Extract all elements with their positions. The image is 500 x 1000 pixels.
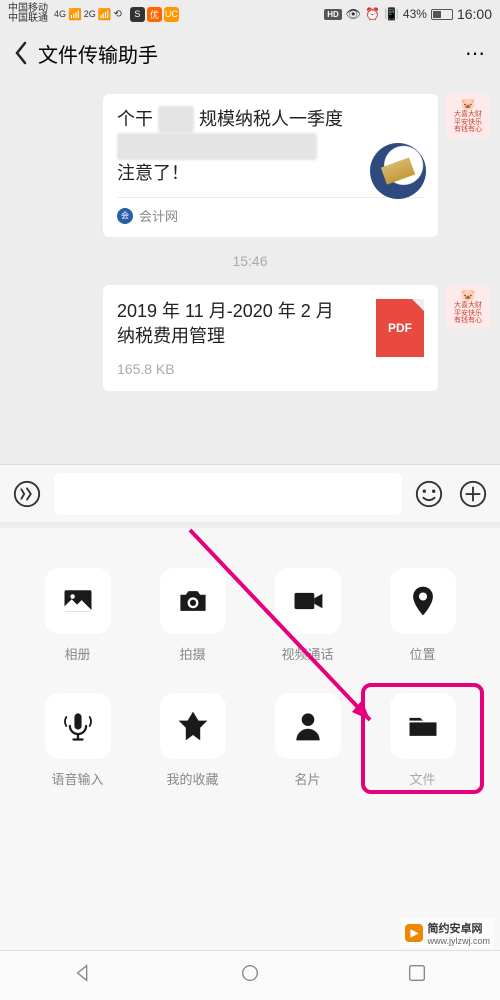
watermark-icon: ▶	[405, 924, 423, 942]
video-icon	[275, 568, 341, 634]
system-navbar	[0, 950, 500, 1000]
avatar[interactable]: 🐷大喜大财平安快乐有钱有心	[446, 94, 490, 138]
file-title: 2019 年 11 月-2020 年 2 月	[117, 301, 334, 321]
file-message[interactable]: 2019 年 11 月-2020 年 2 月 纳税费用管理 165.8 KB P…	[103, 285, 438, 391]
net-2g: 2G	[84, 9, 96, 19]
voice-toggle-icon[interactable]	[10, 477, 44, 511]
input-bar	[0, 464, 500, 522]
msg1-blur2: 培训 税务申报 的	[117, 133, 317, 160]
chat-area: 个干 占用 规模纳税人一季度 培训 税务申报 的 注意了！ 会 会计网 🐷大喜大…	[0, 78, 500, 407]
status-bar: 中国移动 中国联通 4G 📶 2G 📶 ⟲ S 优 UC HD 👁 ⏰ 📳 43…	[0, 0, 500, 28]
file-title-blur: 纳税费用管理	[117, 326, 225, 346]
watermark-title: 简约安卓网	[427, 920, 490, 936]
watermark: ▶ 简约安卓网 www.jylzwj.com	[401, 918, 494, 948]
net-4g: 4G	[54, 9, 66, 19]
hd-badge: HD	[324, 9, 342, 20]
contact-icon	[275, 693, 341, 759]
album-icon	[45, 568, 111, 634]
article-message[interactable]: 个干 占用 规模纳税人一季度 培训 税务申报 的 注意了！ 会 会计网	[103, 94, 438, 237]
signal-icon-2: 📶	[98, 8, 112, 21]
panel-label: 文件	[409, 769, 435, 788]
carrier-2: 中国联通	[8, 14, 48, 24]
panel-item-voice[interactable]: 语音输入	[20, 693, 135, 792]
source-icon: 会	[117, 208, 133, 224]
panel-label: 语音输入	[51, 769, 103, 788]
app-icon-3: UC	[164, 7, 179, 22]
chat-header: 文件传输助手 ⋯	[0, 28, 500, 78]
eye-icon: 👁	[346, 7, 361, 21]
nav-recent[interactable]	[406, 962, 428, 989]
msg1-blur1: 占用	[158, 106, 194, 133]
signal-icon: 📶	[68, 8, 82, 21]
panel-label: 我的收藏	[166, 769, 218, 788]
panel-item-video[interactable]: 视频通话	[250, 568, 365, 663]
battery-text: 43%	[403, 7, 427, 21]
wifi-icon: ⟲	[113, 9, 121, 20]
nav-back[interactable]	[72, 962, 94, 989]
panel-item-location[interactable]: 位置	[365, 568, 480, 663]
msg1-text-b: 规模纳税人一季度	[199, 109, 343, 129]
watermark-site: www.jylzwj.com	[427, 936, 490, 946]
camera-icon	[160, 568, 226, 634]
panel-label: 名片	[294, 769, 320, 788]
panel-item-file[interactable]: 文件	[361, 683, 484, 794]
msg1-text-c: 注意了！	[117, 163, 189, 183]
page-title: 文件传输助手	[38, 39, 158, 68]
voice-icon	[45, 693, 111, 759]
panel-label: 视频通话	[281, 644, 333, 663]
panel-label: 拍摄	[179, 644, 205, 663]
favorite-icon	[160, 693, 226, 759]
pdf-icon: PDF	[376, 299, 424, 357]
panel-item-contact[interactable]: 名片	[250, 693, 365, 792]
clock: 16:00	[457, 6, 492, 22]
panel-item-favorite[interactable]: 我的收藏	[135, 693, 250, 792]
panel-label: 位置	[409, 644, 435, 663]
article-thumb	[370, 143, 426, 199]
emoji-icon[interactable]	[412, 477, 446, 511]
back-icon[interactable]	[14, 41, 28, 65]
nav-home[interactable]	[239, 962, 261, 989]
plus-icon[interactable]	[456, 477, 490, 511]
avatar[interactable]: 🐷大喜大财平安快乐有钱有心	[446, 285, 490, 329]
panel-label: 相册	[64, 644, 90, 663]
file-size: 165.8 KB	[117, 361, 364, 377]
message-input[interactable]	[54, 473, 402, 515]
app-icon-1: S	[130, 7, 145, 22]
attachment-panel: 相册 拍摄 视频通话 位置 语音输入 我的收藏 名片 文件	[0, 528, 500, 950]
file-icon	[390, 693, 456, 759]
msg1-text-a: 个干	[117, 109, 153, 129]
alarm-icon: ⏰	[365, 7, 380, 21]
panel-item-camera[interactable]: 拍摄	[135, 568, 250, 663]
timestamp: 15:46	[0, 243, 500, 279]
battery-icon	[431, 9, 453, 20]
vibrate-icon: 📳	[384, 7, 399, 21]
more-icon[interactable]: ⋯	[465, 41, 486, 66]
location-icon	[390, 568, 456, 634]
panel-item-album[interactable]: 相册	[20, 568, 135, 663]
source-name: 会计网	[139, 206, 178, 225]
app-icon-2: 优	[147, 7, 162, 22]
